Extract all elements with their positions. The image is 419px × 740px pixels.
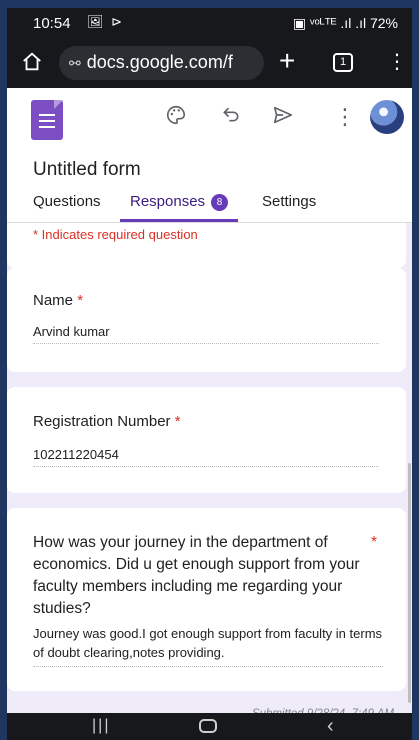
send-icon[interactable] <box>272 104 294 132</box>
nav-home-icon[interactable] <box>199 719 217 733</box>
url-bar[interactable]: ⚯ docs.google.com/f <box>59 46 264 80</box>
undo-icon[interactable] <box>221 104 241 130</box>
phone-screen: 10:54 🖼 ⊳ ▣ ᵛᵒᴸᵀᴱ .ıl .ıl 72% ⚯ docs.goog… <box>7 8 412 740</box>
responses-count-badge: 8 <box>211 194 229 211</box>
answer-text: 102211220454 <box>33 447 379 467</box>
form-tabs: Questions Responses 8 Settings <box>7 187 412 223</box>
android-nav-bar: ||| ‹ <box>7 713 412 740</box>
nav-back-icon[interactable]: ‹ <box>327 715 334 738</box>
tab-questions[interactable]: Questions <box>33 193 101 210</box>
more-vert-icon[interactable]: ⋮ <box>387 50 407 74</box>
question-label: Registration Number * <box>33 413 181 430</box>
form-description-card: * Indicates required question <box>7 223 406 268</box>
tab-settings[interactable]: Settings <box>262 193 316 210</box>
form-title: Untitled form <box>33 159 141 180</box>
status-right-icons: ▣ ᵛᵒᴸᵀᴱ .ıl .ıl 72% <box>292 15 398 31</box>
status-bar: 10:54 🖼 ⊳ ▣ ᵛᵒᴸᵀᴱ .ıl .ıl 72% <box>7 8 412 38</box>
response-content[interactable]: * Indicates required question Name * Arv… <box>7 223 412 703</box>
question-card-journey: How was your journey in the department o… <box>7 508 406 691</box>
plus-icon[interactable]: + <box>279 44 295 78</box>
url-text: docs.google.com/f <box>86 52 233 72</box>
answer-text: Arvind kumar <box>33 324 379 344</box>
forms-header: ⋮ Untitled form Questions Responses 8 Set… <box>7 88 412 223</box>
site-settings-icon[interactable]: ⚯ <box>69 55 81 71</box>
forms-logo[interactable] <box>31 100 63 140</box>
scrollbar[interactable] <box>408 463 411 703</box>
browser-toolbar: ⚯ docs.google.com/f + 1 ⋮ <box>7 38 412 88</box>
tabs-icon[interactable]: 1 <box>333 53 353 72</box>
question-label: How was your journey in the department o… <box>33 534 378 617</box>
answer-text: Journey was good.I got enough support fr… <box>33 624 383 667</box>
home-icon[interactable] <box>21 51 45 75</box>
palette-icon[interactable] <box>165 104 187 132</box>
required-note: * Indicates required question <box>33 227 198 242</box>
question-card-name: Name * Arvind kumar <box>7 268 406 372</box>
avatar[interactable] <box>370 100 404 134</box>
notification-icons: 🖼 ⊳ <box>87 14 125 29</box>
tab-responses[interactable]: Responses 8 <box>120 193 239 222</box>
question-card-registration: Registration Number * 102211220454 <box>7 387 406 493</box>
question-label: Name * <box>33 292 84 309</box>
more-options-icon[interactable]: ⋮ <box>334 104 356 130</box>
status-time: 10:54 <box>33 15 71 32</box>
recent-apps-icon[interactable]: ||| <box>92 717 110 735</box>
